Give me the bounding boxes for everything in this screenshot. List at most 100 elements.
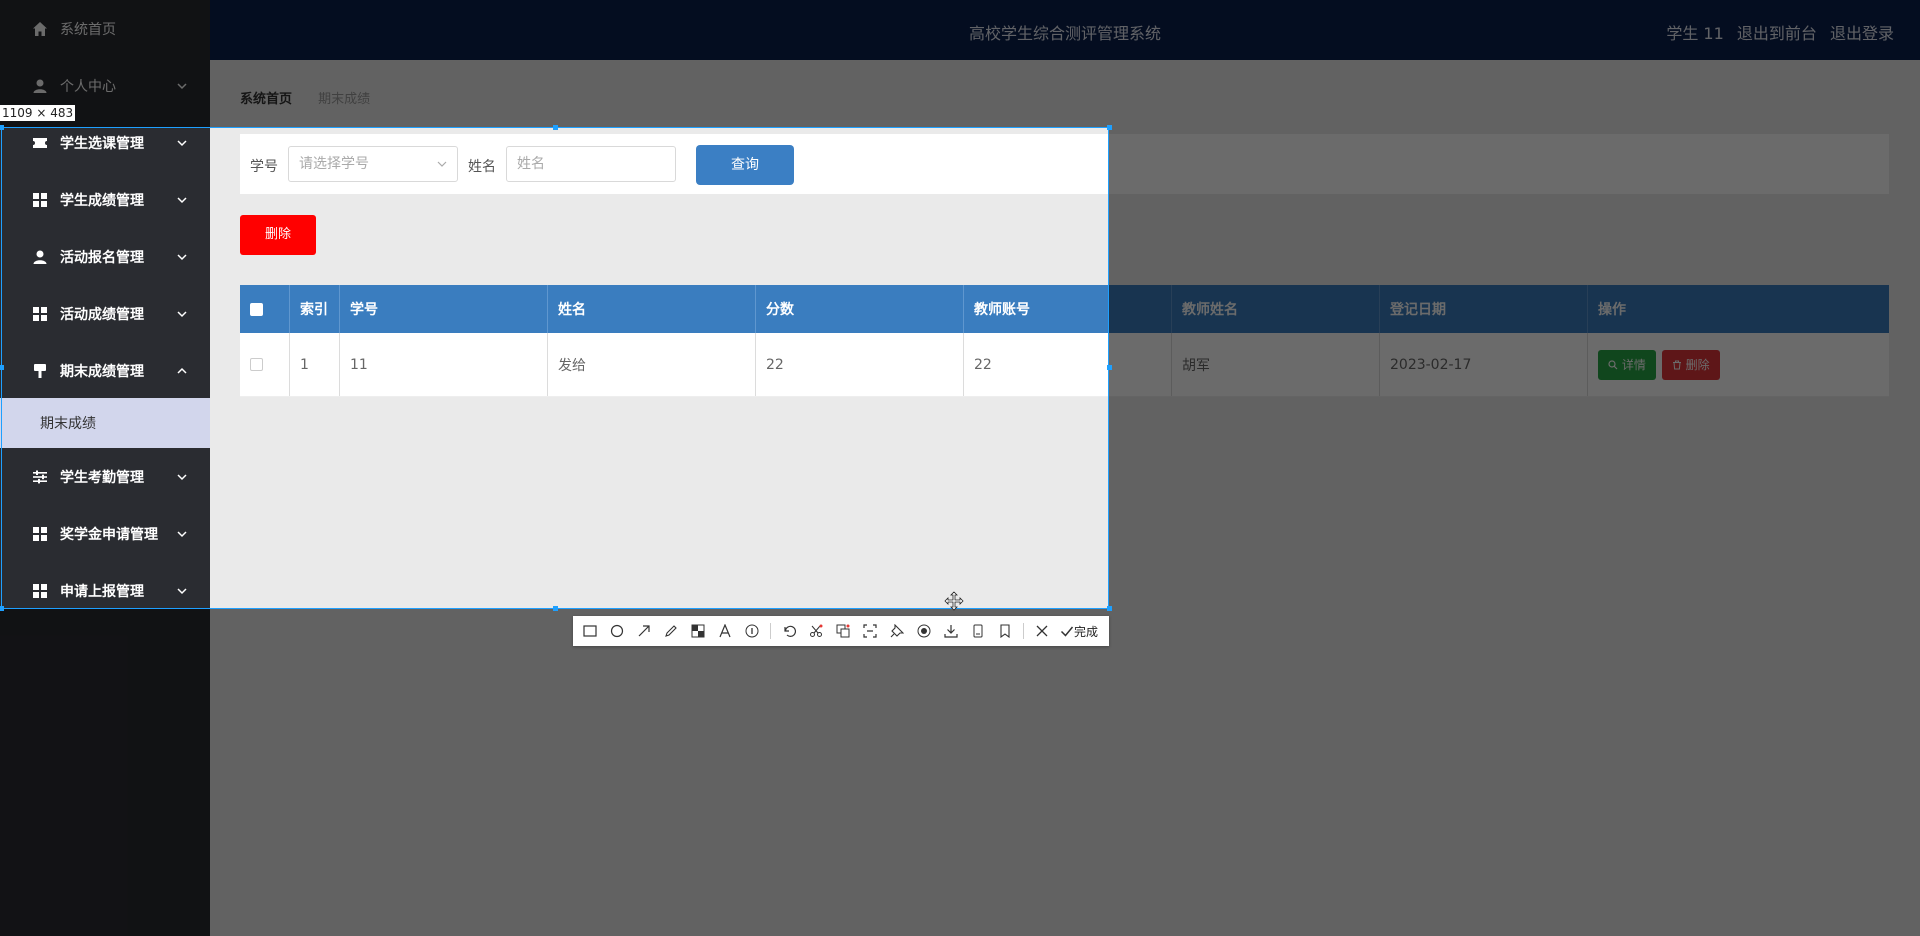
pencil-icon[interactable] <box>662 622 680 640</box>
chevron-up-icon <box>177 367 187 374</box>
top-header: 高校学生综合测评管理系统 学生 11 退出到前台 退出登录 <box>210 0 1920 60</box>
sidebar-item-attendance[interactable]: 学生考勤管理 <box>0 448 210 505</box>
home-icon <box>32 21 48 37</box>
rectangle-icon[interactable] <box>581 622 599 640</box>
name-input[interactable]: 姓名 <box>506 146 676 182</box>
mosaic-icon[interactable] <box>689 622 707 640</box>
row-delete-button[interactable]: 删除 <box>1661 349 1720 380</box>
pin-icon[interactable] <box>888 622 906 640</box>
grid-icon <box>32 583 48 599</box>
logout-link[interactable]: 退出登录 <box>1830 24 1894 43</box>
breadcrumb-home[interactable]: 系统首页 <box>240 92 292 107</box>
resize-handle[interactable] <box>553 125 558 130</box>
user-icon <box>32 249 48 265</box>
th-name: 姓名 <box>548 285 756 333</box>
student-no-select[interactable]: 请选择学号 <box>288 146 458 182</box>
name-label: 姓名 <box>468 159 496 175</box>
resize-handle[interactable] <box>0 125 4 130</box>
translate-icon[interactable] <box>834 622 852 640</box>
row-delete-label: 删除 <box>1685 357 1710 372</box>
ellipse-icon[interactable] <box>608 622 626 640</box>
th-date: 登记日期 <box>1380 285 1588 333</box>
number-icon[interactable] <box>743 622 761 640</box>
text-icon[interactable] <box>716 622 734 640</box>
close-icon[interactable] <box>1033 622 1051 640</box>
grid-icon <box>32 306 48 322</box>
done-button[interactable]: 完成 <box>1060 623 1098 640</box>
cell-name: 发给 <box>548 333 756 396</box>
select-all-checkbox[interactable] <box>250 302 263 316</box>
bookmark-icon[interactable] <box>996 622 1014 640</box>
sidebar-item-activity-signup[interactable]: 活动报名管理 <box>0 228 210 285</box>
student-no-label: 学号 <box>250 159 278 175</box>
sidebar-item-final-grades[interactable]: 期末成绩管理 <box>0 342 210 399</box>
breadcrumb-current: 期末成绩 <box>318 92 371 107</box>
chevron-down-icon <box>177 82 187 89</box>
scissors-icon[interactable] <box>807 622 825 640</box>
chevron-down-icon <box>177 530 187 537</box>
sidebar-subitem-label: 期末成绩 <box>40 416 96 432</box>
sidebar-item-activity-grades[interactable]: 活动成绩管理 <box>0 285 210 342</box>
row-checkbox[interactable] <box>250 358 263 371</box>
th-teacher-account: 教师账号 <box>964 285 1172 333</box>
sidebar-subitem-final-grades[interactable]: 期末成绩 <box>0 398 210 448</box>
trash-icon <box>1672 360 1681 369</box>
detail-button[interactable]: 详情 <box>1598 349 1656 380</box>
resize-handle[interactable] <box>1107 365 1112 370</box>
sidebar-item-label: 学生考勤管理 <box>60 469 144 486</box>
sidebar-item-label: 学生选课管理 <box>60 135 144 152</box>
current-user: 学生 11 <box>1666 24 1724 43</box>
th-index: 索引 <box>290 285 340 333</box>
grid-icon <box>32 526 48 542</box>
user-icon <box>32 78 48 94</box>
ocr-icon[interactable] <box>861 622 879 640</box>
sidebar-item-label: 期末成绩管理 <box>60 363 144 380</box>
th-score: 分数 <box>756 285 964 333</box>
chevron-down-icon <box>437 161 447 167</box>
cell-index: 1 <box>290 333 340 396</box>
toolbar-separator <box>770 623 771 639</box>
cell-score: 22 <box>756 333 964 396</box>
cell-student-no: 11 <box>340 333 548 396</box>
long-screenshot-icon[interactable] <box>969 622 987 640</box>
student-no-placeholder: 请选择学号 <box>299 156 369 172</box>
move-cursor-icon <box>944 591 964 611</box>
chevron-down-icon <box>177 587 187 594</box>
back-to-front-link[interactable]: 退出到前台 <box>1737 24 1817 43</box>
table-header: 索引 学号 姓名 分数 教师账号 教师姓名 登记日期 操作 <box>240 285 1889 333</box>
sidebar-item-student-grades[interactable]: 学生成绩管理 <box>0 171 210 228</box>
detail-button-label: 详情 <box>1621 357 1646 372</box>
selection-size-label: 1109 × 483 <box>0 105 76 121</box>
resize-handle[interactable] <box>1107 125 1112 130</box>
batch-delete-button[interactable]: 删除 <box>240 215 316 255</box>
sidebar-item-application-report[interactable]: 申请上报管理 <box>0 562 210 619</box>
resize-handle[interactable] <box>553 606 558 611</box>
cell-teacher-name: 胡军 <box>1172 333 1380 396</box>
resize-handle[interactable] <box>0 606 4 611</box>
undo-icon[interactable] <box>780 622 798 640</box>
search-icon <box>1608 359 1618 369</box>
download-icon[interactable] <box>942 622 960 640</box>
sidebar-item-home[interactable]: 系统首页 <box>0 0 210 57</box>
chevron-down-icon <box>177 473 187 480</box>
search-form: 学号 请选择学号 姓名 姓名 查询 <box>240 134 1889 194</box>
resize-handle[interactable] <box>1107 606 1112 611</box>
table-row: 1 11 发给 22 22 胡军 2023-02-17 详情 删除 <box>240 333 1889 397</box>
arrow-icon[interactable] <box>635 622 653 640</box>
brush-icon <box>32 363 48 379</box>
sidebar: 系统首页 个人中心 学生选课管理 学生成绩管理 活动报名管理 活动成绩管理 期末… <box>0 0 210 936</box>
sidebar-item-scholarship[interactable]: 奖学金申请管理 <box>0 505 210 562</box>
sidebar-item-label: 个人中心 <box>60 78 116 95</box>
sidebar-item-label: 系统首页 <box>60 21 116 38</box>
sidebar-item-label: 奖学金申请管理 <box>60 526 158 543</box>
cell-teacher-account: 22 <box>964 333 1172 396</box>
screenshot-toolbar: 完成 <box>573 616 1109 646</box>
sliders-icon <box>32 469 48 485</box>
chevron-down-icon <box>177 139 187 146</box>
sidebar-item-course-selection[interactable]: 学生选课管理 <box>0 114 210 171</box>
record-icon[interactable] <box>915 622 933 640</box>
resize-handle[interactable] <box>0 365 4 370</box>
toolbar-separator <box>1023 623 1024 639</box>
sidebar-item-label: 申请上报管理 <box>60 583 144 600</box>
query-button[interactable]: 查询 <box>696 145 794 185</box>
